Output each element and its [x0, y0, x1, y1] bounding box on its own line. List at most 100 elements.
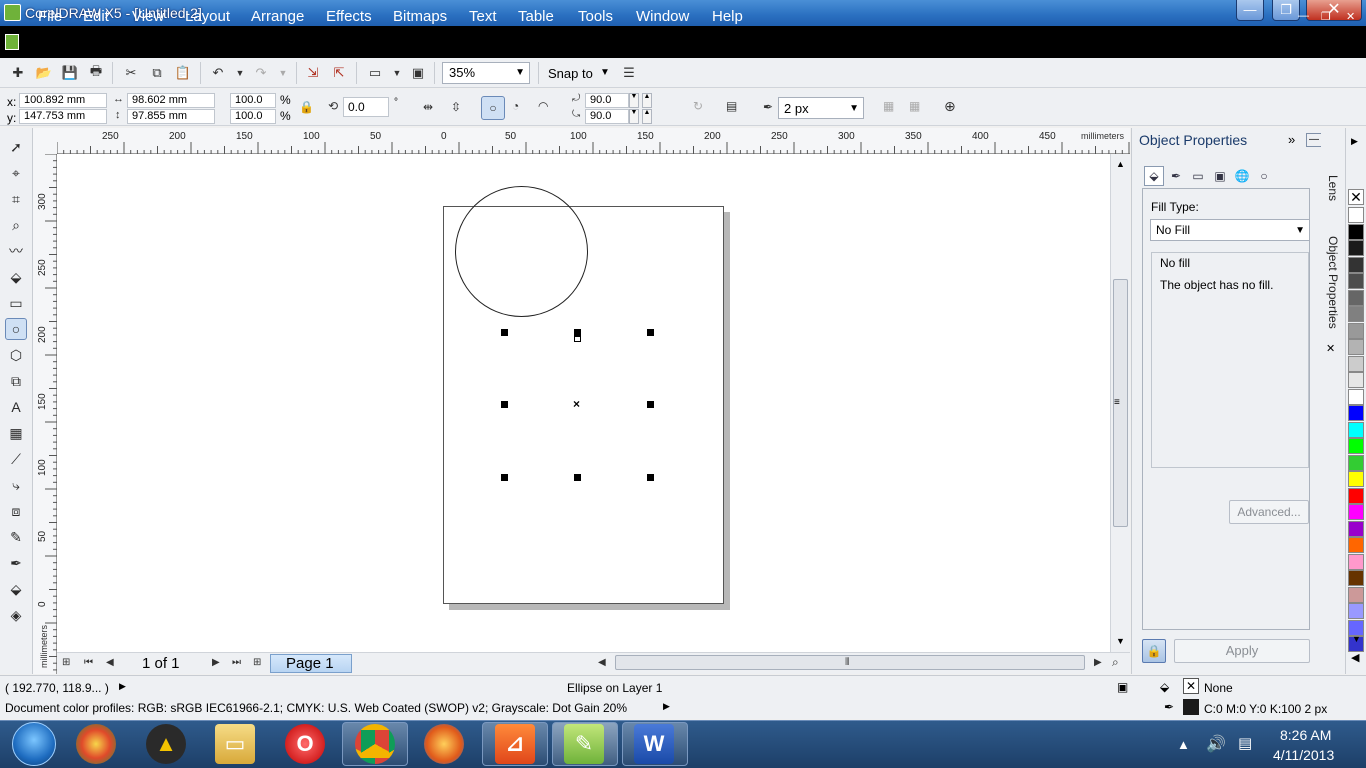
smart-fill-tool-icon[interactable]: ⬙ [5, 266, 27, 288]
selection-handle[interactable] [574, 329, 581, 336]
color-swatch[interactable] [1348, 355, 1364, 372]
mirror-horizontal-icon[interactable]: ⇹ [423, 100, 433, 114]
import-icon[interactable]: ⇲ [304, 65, 322, 81]
opera-browser-icon[interactable]: O [285, 724, 325, 764]
color-swatch[interactable] [1348, 487, 1364, 504]
basic-shapes-tool-icon[interactable]: ⧉ [5, 370, 27, 392]
outline-tab-icon[interactable]: ✒ [1166, 166, 1186, 186]
to-front-icon[interactable]: ▦ [883, 99, 894, 113]
network-icon[interactable]: ▤ [1238, 734, 1252, 752]
vlc-app-icon[interactable]: ▲ [146, 724, 186, 764]
doc-close-button[interactable]: ✕ [1346, 10, 1355, 23]
dimension-tool-icon[interactable]: ⟋ [5, 448, 27, 470]
scroll-down-icon[interactable]: ▼ [1116, 636, 1125, 646]
clock-time[interactable]: 8:26 AM [1280, 727, 1331, 743]
coreldraw-app-icon[interactable]: ✎ [564, 724, 604, 764]
pdf-app-icon[interactable]: ⊿ [495, 724, 535, 764]
previous-page-icon[interactable]: ◀ [106, 657, 114, 668]
color-swatch[interactable] [1348, 207, 1364, 223]
height-field[interactable]: 97.855 mm [127, 109, 215, 124]
start-angle-field[interactable]: 90.0 [585, 93, 629, 108]
close-tab-icon[interactable]: ✕ [1326, 342, 1335, 355]
selection-handle[interactable] [647, 474, 654, 481]
outline-swatch[interactable] [1183, 699, 1199, 715]
selection-handle[interactable] [501, 474, 508, 481]
welcome-screen-icon[interactable]: ▣ [409, 65, 427, 81]
undo-icon[interactable]: ↶ [209, 65, 227, 81]
text-tool-icon[interactable]: A [5, 396, 27, 418]
color-swatch[interactable] [1348, 537, 1364, 553]
palette-flyout-icon[interactable]: ◀ [1351, 651, 1359, 664]
color-swatch[interactable] [1348, 289, 1364, 306]
print-icon[interactable]: 🖶 [87, 63, 105, 81]
selected-ellipse[interactable] [455, 186, 588, 317]
color-swatch[interactable] [1348, 504, 1364, 520]
menu-view[interactable]: View [132, 8, 164, 25]
scroll-left-icon[interactable]: ◀ [598, 657, 606, 668]
color-swatch[interactable] [1348, 421, 1364, 438]
color-swatch[interactable] [1348, 322, 1364, 339]
advanced-button[interactable]: Advanced... [1229, 500, 1309, 524]
chevron-down-icon[interactable]: ▼ [600, 67, 610, 78]
end-angle-spinner[interactable]: ▼ [629, 109, 639, 124]
crop-tool-icon[interactable]: ⌗ [5, 188, 27, 210]
file-explorer-icon[interactable]: ▭ [215, 724, 255, 764]
pie-mode-icon[interactable]: ◔ [512, 99, 519, 113]
end-angle-spinner-up[interactable]: ▲ [642, 109, 652, 124]
vertical-ruler[interactable] [33, 154, 57, 674]
ellipse-node[interactable] [574, 336, 581, 342]
connector-tool-icon[interactable]: ⤷ [5, 474, 27, 496]
coordinates-flyout-icon[interactable]: ▶ [119, 681, 126, 692]
palette-scroll-down-icon[interactable]: ▼ [1352, 634, 1361, 644]
color-swatch[interactable] [1348, 306, 1364, 322]
docker-minimize-icon[interactable]: — [1306, 133, 1322, 147]
selection-handle[interactable] [647, 401, 654, 408]
color-swatch[interactable] [1348, 388, 1364, 405]
lock-ratio-icon[interactable]: 🔒 [299, 100, 314, 114]
firefox-browser-icon[interactable] [424, 724, 464, 764]
word-app-icon[interactable]: W [634, 724, 674, 764]
color-swatch[interactable] [1348, 438, 1364, 454]
rotation-angle-field[interactable]: 0.0 [343, 97, 389, 117]
color-profiles-flyout-icon[interactable]: ▶ [663, 701, 670, 712]
last-page-icon[interactable]: ⏭ [232, 657, 241, 668]
minimize-button[interactable]: — [1236, 0, 1264, 21]
color-swatch[interactable] [1348, 570, 1364, 586]
menu-tools[interactable]: Tools [578, 8, 613, 25]
launcher-dropdown-icon[interactable]: ▼ [388, 65, 406, 81]
to-back-icon[interactable]: ▦ [909, 99, 920, 113]
clock-date[interactable]: 4/11/2013 [1273, 747, 1334, 763]
blend-tool-icon[interactable]: ⧈ [5, 500, 27, 522]
interactive-fill-tool-icon[interactable]: ◈ [5, 604, 27, 626]
menu-arrange[interactable]: Arrange [251, 8, 304, 25]
add-page-before-icon[interactable]: ⊞ [62, 657, 70, 668]
options-icon[interactable]: ☰ [620, 65, 638, 81]
save-icon[interactable]: 💾 [61, 65, 79, 81]
page-tab[interactable]: Page 1 [270, 654, 352, 673]
scale-x-field[interactable]: 100.0 [230, 93, 276, 108]
x-position-field[interactable]: 100.892 mm [19, 93, 107, 108]
color-swatch[interactable] [1348, 372, 1364, 388]
open-icon[interactable]: 📂 [35, 65, 53, 81]
menu-help[interactable]: Help [712, 8, 743, 25]
direction-icon[interactable]: ↻ [693, 99, 703, 113]
coreldraw-app-icon[interactable] [4, 4, 21, 21]
lens-tab[interactable]: Lens [1326, 175, 1340, 201]
snap-indicator-icon[interactable]: ▣ [1117, 680, 1128, 694]
menu-text[interactable]: Text [469, 8, 497, 25]
rectangle-tool-icon[interactable]: ▭ [5, 292, 27, 314]
outline-width-select[interactable]: 2 px ▼ [778, 97, 864, 119]
media-app-icon[interactable] [76, 724, 116, 764]
color-swatch[interactable] [1348, 586, 1364, 603]
selection-handle[interactable] [647, 329, 654, 336]
polygon-tool-icon[interactable]: ⬡ [5, 344, 27, 366]
color-swatch[interactable] [1348, 454, 1364, 471]
wrap-text-icon[interactable]: ▤ [726, 99, 737, 113]
end-angle-field[interactable]: 90.0 [585, 109, 629, 124]
object-properties-tab[interactable]: Object Properties [1326, 236, 1340, 329]
document-icon[interactable] [5, 34, 19, 50]
fill-tab-icon[interactable]: ⬙ [1144, 166, 1164, 186]
menu-layout[interactable]: Layout [185, 8, 230, 25]
width-field[interactable]: 98.602 mm [127, 93, 215, 108]
color-profiles-info[interactable]: Document color profiles: RGB: sRGB IEC61… [5, 701, 627, 715]
